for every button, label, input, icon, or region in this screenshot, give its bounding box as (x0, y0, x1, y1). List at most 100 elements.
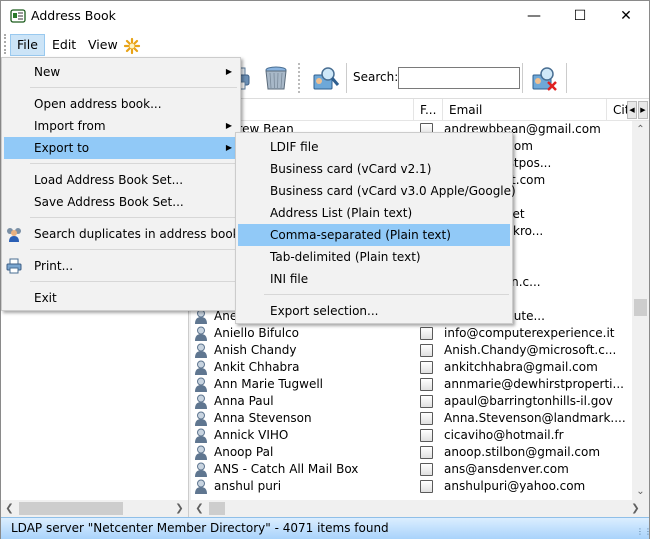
contact-name: ANS - Catch All Mail Box (214, 462, 359, 476)
menu-separator (30, 281, 237, 282)
flag-checkbox[interactable] (420, 446, 433, 459)
scroll-down-arrow-icon[interactable]: ⌄ (632, 483, 649, 500)
menu-item-tab-delimited-plain-text[interactable]: Tab-delimited (Plain text) (238, 246, 510, 268)
scroll-thumb[interactable] (209, 502, 225, 515)
table-row[interactable]: Anoop Pal anoop.stilbon@gmail.com (191, 444, 632, 461)
contact-name: Aniello Bifulco (214, 326, 300, 340)
menu-item-label: Open address book... (34, 97, 162, 111)
menu-item-business-card-vcard-v3-0-apple-google[interactable]: Business card (vCard v3.0 Apple/Google) (238, 180, 516, 202)
menu-item-ini-file[interactable]: INI file (238, 268, 510, 290)
minimize-icon: — (527, 8, 541, 24)
column-header-email[interactable]: Email (443, 99, 607, 121)
scroll-thumb[interactable] (19, 502, 123, 515)
menu-view[interactable]: View (82, 34, 124, 56)
menu-item-label: New (34, 65, 61, 79)
menu-item-label: INI file (270, 272, 309, 286)
menu-item-label: Business card (vCard v3.0 Apple/Google) (270, 184, 516, 198)
contact-name: Anna Stevenson (214, 411, 312, 425)
column-header-flag[interactable]: F... (414, 99, 443, 121)
contact-email: annmarie@dewhirstproperti... (444, 377, 624, 391)
submenu-arrow-icon: ▶ (225, 143, 232, 152)
menubar-grip[interactable] (4, 34, 7, 54)
table-row[interactable]: Ann Marie Tugwell annmarie@dewhirstproper… (191, 376, 632, 393)
list-header: ne F... Email Cit ◀ ▶ (191, 99, 649, 121)
contact-email: ans@ansdenver.com (444, 462, 569, 476)
table-row[interactable]: anshul puri anshulpuri@yahoo.com (191, 478, 632, 495)
scroll-thumb[interactable] (634, 299, 647, 316)
clear-search-icon[interactable] (530, 63, 560, 93)
menu-item-search-duplicates-in-address-book[interactable]: Search duplicates in address book (4, 223, 240, 245)
menu-item-open-address-book[interactable]: Open address book... (4, 93, 238, 115)
flag-checkbox[interactable] (420, 429, 433, 442)
menu-item-ldif-file[interactable]: LDIF file (238, 136, 510, 158)
flag-checkbox[interactable] (420, 344, 433, 357)
resize-grip-icon[interactable]: ⋮⋮ (636, 527, 650, 537)
menu-file[interactable]: File (10, 34, 45, 56)
menu-item-export-to[interactable]: Export to ▶ (4, 137, 238, 159)
print-icon (6, 258, 22, 274)
asterisk-icon[interactable] (123, 37, 141, 55)
table-row[interactable]: Anna Stevenson Anna.Stevenson@landmark...… (191, 410, 632, 427)
contact-email: Anna.Stevenson@landmark.... (444, 411, 626, 425)
table-row[interactable]: Ankit Chhabra ankitchhabra@gmail.com (191, 359, 632, 376)
flag-checkbox[interactable] (420, 361, 433, 374)
menu-item-export-selection[interactable]: Export selection... (238, 300, 510, 322)
flag-checkbox[interactable] (420, 463, 433, 476)
submenu-arrow-icon: ▶ (225, 67, 232, 76)
scroll-right-arrow-icon[interactable]: ❯ (171, 500, 188, 517)
table-row[interactable]: Anish Chandy Anish.Chandy@microsoft.c... (191, 342, 632, 359)
find-contact-icon[interactable] (311, 63, 341, 93)
maximize-icon: ☐ (573, 8, 587, 24)
table-row[interactable]: ANS - Catch All Mail Box ans@ansdenver.co… (191, 461, 632, 478)
toolbar-grip[interactable] (298, 63, 300, 93)
header-scroll-right-icon[interactable]: ▶ (638, 101, 648, 119)
menu-item-exit[interactable]: Exit (4, 287, 238, 309)
menu-item-comma-separated-plain-text[interactable]: Comma-separated (Plain text) (238, 224, 510, 246)
left-horizontal-scrollbar[interactable]: ❮ ❯ (1, 500, 188, 517)
menu-item-import-from[interactable]: Import from ▶ (4, 115, 238, 137)
header-scroll-left-icon[interactable]: ◀ (627, 101, 637, 119)
flag-checkbox[interactable] (420, 395, 433, 408)
table-row[interactable]: Anna Paul apaul@barringtonhills-il.gov (191, 393, 632, 410)
flag-checkbox[interactable] (420, 327, 433, 340)
scroll-left-arrow-icon[interactable]: ❮ (191, 500, 208, 517)
contact-name: Ann Marie Tugwell (214, 377, 324, 391)
contact-email: Anish.Chandy@microsoft.c... (444, 343, 617, 357)
menu-item-label: Save Address Book Set... (34, 195, 184, 209)
search-input[interactable] (398, 67, 520, 89)
flag-checkbox[interactable] (420, 412, 433, 425)
close-icon: ✕ (620, 8, 632, 24)
menu-item-address-list-plain-text[interactable]: Address List (Plain text) (238, 202, 510, 224)
menu-edit[interactable]: Edit (46, 34, 82, 56)
list-horizontal-scrollbar[interactable]: ❮ ❯ (191, 500, 649, 517)
menu-item-save-address-book-set[interactable]: Save Address Book Set... (4, 191, 238, 213)
menu-item-load-address-book-set[interactable]: Load Address Book Set... (4, 169, 238, 191)
close-button[interactable]: ✕ (603, 1, 649, 31)
table-row[interactable]: Aniello Bifulco info@computerexperience.i… (191, 325, 632, 342)
flag-checkbox[interactable] (420, 480, 433, 493)
menu-item-print[interactable]: Print... (4, 255, 238, 277)
address-book-app-icon (10, 9, 26, 23)
contact-name: Anna Paul (214, 394, 274, 408)
scroll-left-arrow-icon[interactable]: ❮ (1, 500, 18, 517)
flag-checkbox[interactable] (420, 378, 433, 391)
contact-icon (195, 326, 207, 341)
export-to-submenu: LDIF file Business card (vCard v2.1) Busin… (235, 132, 516, 324)
menu-item-new[interactable]: New ▶ (4, 61, 238, 83)
maximize-button[interactable]: ☐ (557, 1, 603, 31)
menu-item-label: Exit (34, 291, 57, 305)
delete-icon[interactable] (261, 63, 291, 93)
minimize-button[interactable]: — (511, 1, 557, 31)
list-vertical-scrollbar[interactable]: ⌃ ⌄ (632, 121, 649, 500)
table-row[interactable]: Annick VIHO cicaviho@hotmail.fr (191, 427, 632, 444)
submenu-arrow-icon: ▶ (225, 121, 232, 130)
scroll-right-arrow-icon[interactable]: ❯ (627, 500, 644, 517)
menu-item-label: LDIF file (270, 140, 319, 154)
menu-item-label: Tab-delimited (Plain text) (270, 250, 421, 264)
toolbar-separator (522, 63, 523, 93)
menu-item-label: Business card (vCard v2.1) (270, 162, 432, 176)
menu-item-business-card-vcard-v2-1[interactable]: Business card (vCard v2.1) (238, 158, 510, 180)
contact-email: info@computerexperience.it (444, 326, 615, 340)
status-bar: LDAP server "Netcenter Member Directory"… (1, 517, 650, 539)
scroll-up-arrow-icon[interactable]: ⌃ (632, 121, 649, 138)
